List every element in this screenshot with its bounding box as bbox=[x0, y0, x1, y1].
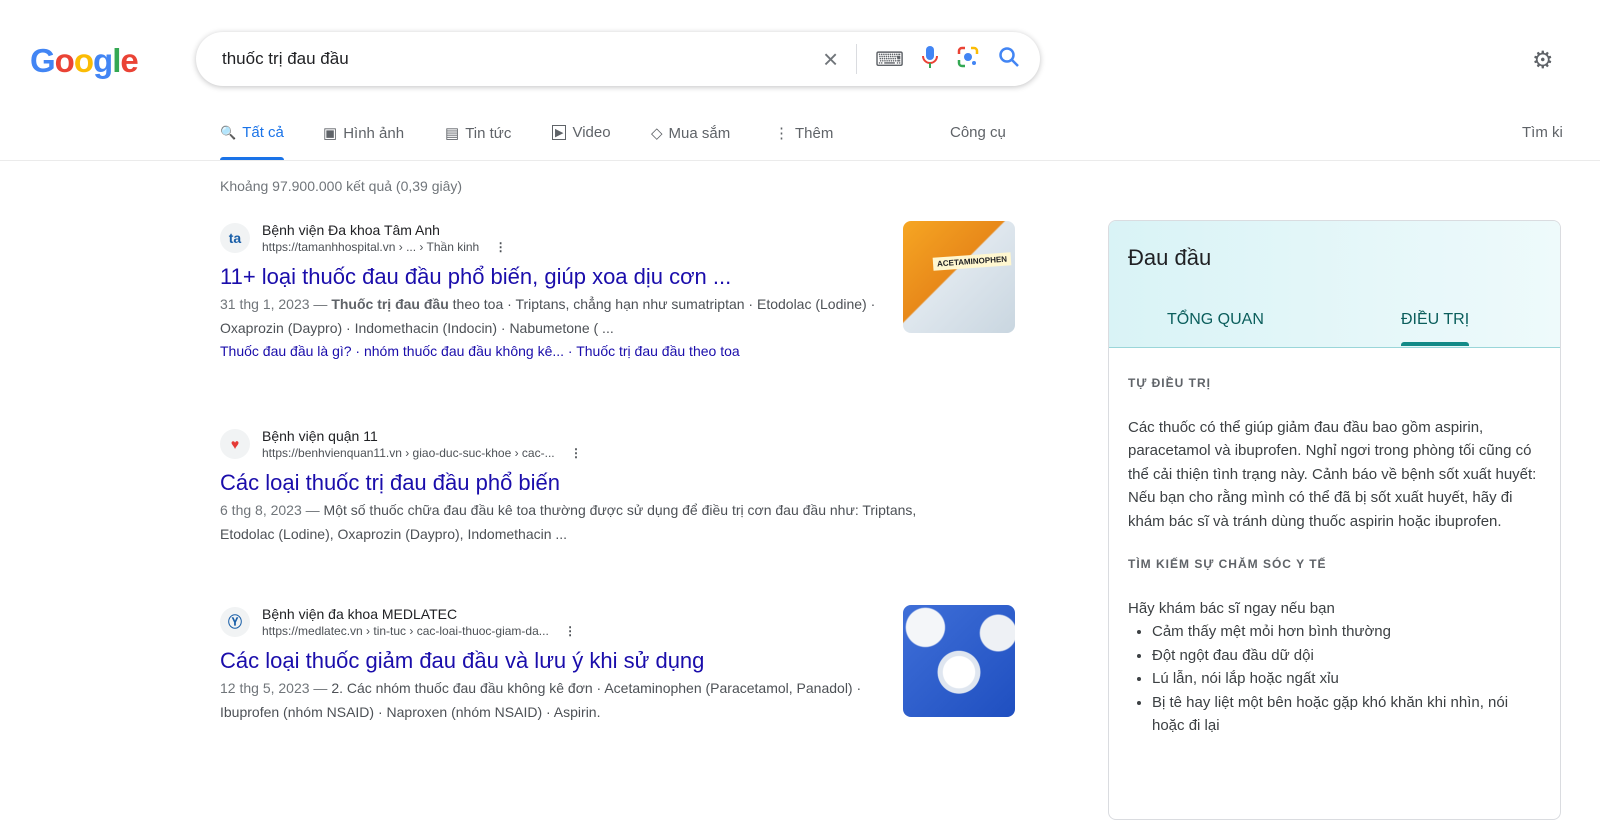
play-icon: ▶ bbox=[552, 125, 567, 140]
result-thumbnail[interactable]: ACETAMINOPHEN bbox=[903, 221, 1015, 333]
tag-icon: ◇ bbox=[651, 125, 663, 142]
tab-label: Hình ảnh bbox=[343, 124, 405, 142]
logo-letter: G bbox=[30, 42, 56, 79]
tools-button[interactable]: Công cụ bbox=[950, 124, 1006, 141]
logo-letter: g bbox=[93, 42, 113, 79]
tab-treatment[interactable]: ĐIỀU TRỊ bbox=[1401, 311, 1470, 346]
list-item: Bị tê hay liệt một bên hoặc gặp khó khăn… bbox=[1152, 691, 1541, 738]
tab-news[interactable]: ▤ Tin tức bbox=[445, 124, 512, 143]
safe-search-link[interactable]: Tìm ki bbox=[1522, 124, 1563, 141]
tools-label: Công cụ bbox=[950, 124, 1006, 141]
section-text: Các thuốc có thể giúp giảm đau đầu bao g… bbox=[1128, 418, 1537, 530]
site-name[interactable]: Bệnh viện đa khoa MEDLATEC bbox=[262, 606, 576, 622]
result-date: 31 thg 1, 2023 — bbox=[220, 296, 328, 312]
more-vert-icon: ⋮ bbox=[774, 125, 789, 142]
news-icon: ▤ bbox=[445, 125, 460, 142]
more-options-icon[interactable]: ⋮ bbox=[564, 624, 576, 638]
search-result: Ⓨ Bệnh viện đa khoa MEDLATEC https://medl… bbox=[220, 606, 900, 724]
result-title[interactable]: Các loại thuốc giảm đau đầu và lưu ý khi… bbox=[220, 648, 900, 674]
tab-all[interactable]: 🔍 Tất cả bbox=[220, 124, 284, 160]
thumbnail-label: ACETAMINOPHEN bbox=[932, 252, 1012, 271]
google-logo[interactable]: Google bbox=[30, 42, 139, 80]
site-url[interactable]: https://benhvienquan11.vn › giao-duc-suc… bbox=[262, 446, 555, 460]
result-snippet: 6 thg 8, 2023 — Một số thuốc chữa đau đầ… bbox=[220, 498, 945, 546]
site-url[interactable]: https://tamanhhospital.vn › ... › Thần k… bbox=[262, 240, 479, 254]
search-result: ta Bệnh viện Đa khoa Tâm Anh https://tama… bbox=[220, 222, 900, 362]
search-icon[interactable] bbox=[998, 46, 1020, 73]
section-heading: TÌM KIẾM SỰ CHĂM SÓC Y TẾ bbox=[1128, 557, 1327, 571]
section-heading: TỰ ĐIỀU TRỊ bbox=[1128, 376, 1211, 390]
snippet-text: Một số thuốc chữa đau đầu kê toa thường … bbox=[220, 502, 917, 542]
result-stats: Khoảng 97.900.000 kết quả (0,39 giây) bbox=[220, 178, 463, 194]
tab-label: Video bbox=[572, 124, 611, 141]
logo-letter: o bbox=[73, 42, 94, 79]
tab-label: Tin tức bbox=[465, 124, 512, 142]
divider bbox=[856, 44, 858, 74]
snippet-highlight: Thuốc trị đau đầu bbox=[331, 296, 449, 312]
search-box[interactable]: thuốc trị đau đầu × ⌨ bbox=[196, 32, 1040, 86]
tab-overview[interactable]: TỔNG QUAN bbox=[1167, 311, 1264, 329]
result-date: 6 thg 8, 2023 — bbox=[220, 502, 320, 518]
result-snippet: 12 thg 5, 2023 — 2. Các nhóm thuốc đau đ… bbox=[220, 676, 900, 724]
more-options-icon[interactable]: ⋮ bbox=[570, 446, 582, 460]
result-title[interactable]: Các loại thuốc trị đau đầu phổ biến bbox=[220, 470, 900, 496]
result-snippet: 31 thg 1, 2023 — Thuốc trị đau đầu theo … bbox=[220, 292, 900, 340]
result-date: 12 thg 5, 2023 — bbox=[220, 680, 328, 696]
panel-title: Đau đầu bbox=[1128, 245, 1212, 270]
logo-letter: o bbox=[54, 42, 75, 79]
site-url[interactable]: https://medlatec.vn › tin-tuc › cac-loai… bbox=[262, 624, 549, 638]
lens-icon[interactable] bbox=[956, 45, 980, 74]
search-icon: 🔍 bbox=[220, 124, 237, 140]
tab-label: Mua sắm bbox=[668, 124, 731, 142]
microphone-icon[interactable] bbox=[922, 45, 938, 74]
tab-more[interactable]: ⋮ Thêm bbox=[774, 124, 834, 143]
knowledge-panel: Đau đầu TỔNG QUAN ĐIỀU TRỊ TỰ ĐIỀU TRỊ C… bbox=[1108, 220, 1561, 820]
search-tabs: 🔍 Tất cả ▣ Hình ảnh ▤ Tin tức ▶ Video ◇ Mua s… bbox=[0, 110, 1600, 161]
site-name[interactable]: Bệnh viện quận 11 bbox=[262, 428, 582, 444]
site-favicon: Ⓨ bbox=[220, 607, 250, 637]
section-text: Hãy khám bác sĩ ngay nếu bạn bbox=[1128, 599, 1335, 617]
search-input[interactable]: thuốc trị đau đầu bbox=[222, 49, 823, 69]
result-thumbnail[interactable] bbox=[903, 605, 1015, 717]
logo-letter: e bbox=[120, 42, 138, 79]
tab-shopping[interactable]: ◇ Mua sắm bbox=[651, 124, 731, 143]
tab-label: Thêm bbox=[795, 124, 834, 142]
tab-video[interactable]: ▶ Video bbox=[552, 124, 611, 141]
tab-images[interactable]: ▣ Hình ảnh bbox=[323, 124, 405, 143]
result-title[interactable]: 11+ loại thuốc đau đầu phổ biến, giúp xo… bbox=[220, 264, 900, 290]
image-icon: ▣ bbox=[323, 125, 338, 142]
site-name[interactable]: Bệnh viện Đa khoa Tâm Anh bbox=[262, 222, 507, 238]
more-options-icon[interactable]: ⋮ bbox=[495, 240, 507, 254]
site-favicon: ♥ bbox=[220, 429, 250, 459]
sitelinks[interactable]: Thuốc đau đầu là gì? · nhóm thuốc đau đầ… bbox=[220, 340, 900, 362]
site-favicon: ta bbox=[220, 223, 250, 253]
tab-label: Tất cả bbox=[242, 124, 284, 141]
list-item: Lú lẫn, nói lắp hoặc ngất xỉu bbox=[1152, 667, 1541, 691]
symptom-list: Cảm thấy mệt mỏi hơn bình thường Đột ngộ… bbox=[1128, 620, 1541, 738]
clear-icon[interactable]: × bbox=[823, 44, 838, 75]
list-item: Cảm thấy mệt mỏi hơn bình thường bbox=[1152, 620, 1541, 644]
keyboard-icon[interactable]: ⌨ bbox=[875, 47, 904, 72]
list-item: Đột ngột đau đầu dữ dội bbox=[1152, 644, 1541, 668]
search-result: ♥ Bệnh viện quận 11 https://benhvienquan1… bbox=[220, 428, 916, 546]
settings-gear-icon[interactable]: ⚙ bbox=[1532, 46, 1554, 75]
